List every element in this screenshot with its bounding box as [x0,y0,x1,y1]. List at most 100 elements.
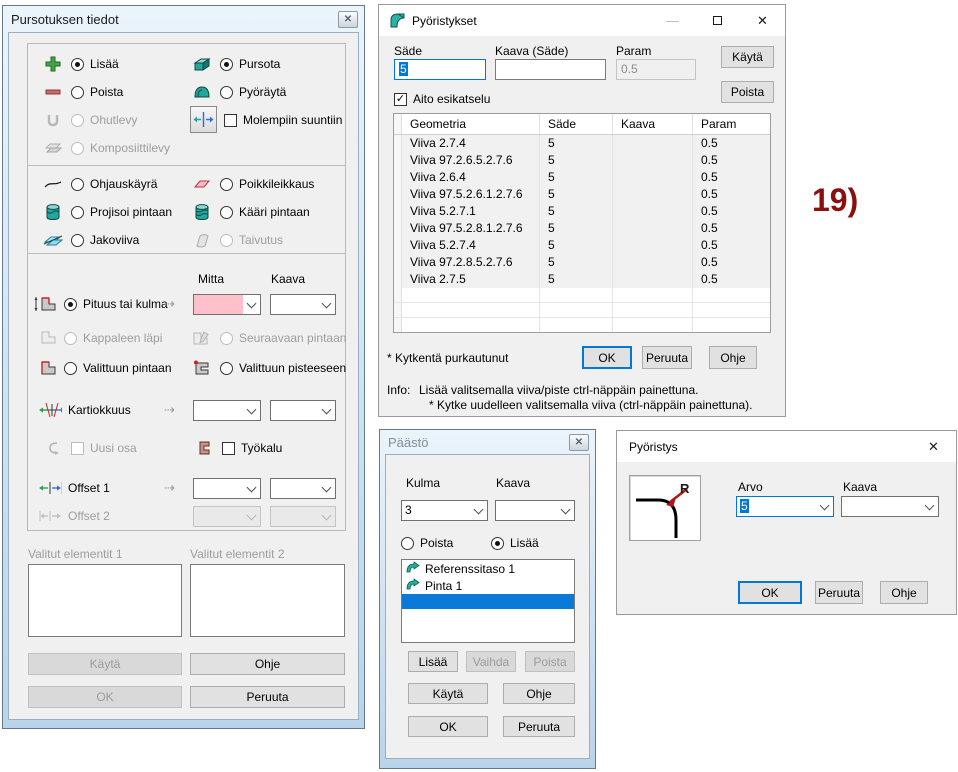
kaava-combo[interactable] [841,496,939,517]
molempiin-checkbox[interactable] [224,114,237,127]
sade-input[interactable]: 5 [394,59,486,80]
selected-list-row[interactable] [402,594,574,609]
peruuta-button[interactable]: Peruuta [190,686,345,708]
offset1-kaava-combo[interactable] [270,478,336,499]
table-row[interactable]: Viiva 2.7.450.5 [394,135,770,152]
ok-button[interactable]: OK [738,581,802,604]
close-icon[interactable]: ✕ [740,5,785,36]
dialog-title-bar[interactable]: Päästö ✕ [380,430,595,454]
ok-button[interactable]: OK [408,716,488,737]
maximize-button[interactable] [695,5,740,36]
col-sade[interactable]: Säde [540,114,613,134]
taivutus-radio[interactable] [220,234,233,247]
pyorayta-radio[interactable] [220,86,233,99]
minimize-button[interactable]: — [650,5,695,36]
lisaa-radio[interactable] [71,58,84,71]
kulma-combo[interactable]: 3 [401,500,488,521]
projisoi-radio[interactable] [71,206,84,219]
kartiokkuus-kaava-combo[interactable] [270,400,336,421]
table-row[interactable]: Viiva 97.2.8.5.2.7.650.5 [394,254,770,271]
aito-esikatselu-checkbox[interactable]: ✓ [394,93,407,106]
col-geometria[interactable]: Geometria [402,114,540,134]
option-valittuun-pisteeseen: Valittuun pisteeseen [190,358,346,378]
close-icon[interactable]: ✕ [569,434,589,451]
table-empty-row [394,303,770,318]
list-item[interactable]: Pinta 1 [402,577,574,594]
table-row[interactable]: Viiva 2.7.550.5 [394,271,770,288]
kartiokkuus-mitta-combo[interactable] [193,400,261,421]
peruuta-button[interactable]: Peruuta [503,716,575,737]
kayta-button[interactable]: Käytä [408,683,488,704]
lisaa-button[interactable]: Lisää [408,651,458,672]
uusi-osa-checkbox[interactable] [71,442,84,455]
peruuta-button[interactable]: Peruuta [642,346,692,369]
ok-button[interactable]: OK [28,686,182,708]
offset1-mitta-combo[interactable] [193,478,261,499]
komposiittilevy-label: Komposiittilevy [90,141,170,155]
kayta-button[interactable]: Käytä [28,653,182,675]
ohje-button[interactable]: Ohje [190,653,345,675]
draft-elements-list[interactable]: Referenssitaso 1 Pinta 1 [401,559,575,643]
kaava-combo[interactable] [495,500,575,521]
offset2-mitta-combo[interactable] [193,506,261,527]
peruuta-button[interactable]: Peruuta [815,581,863,604]
poista-button[interactable]: Poista [525,651,575,672]
close-icon[interactable]: ✕ [338,11,358,28]
tyokalu-checkbox[interactable] [222,442,235,455]
table-row[interactable]: Viiva 97.5.2.8.1.2.7.650.5 [394,220,770,237]
seuraavaan-radio[interactable] [220,332,233,345]
valitut-elementit-1-list[interactable] [28,564,182,637]
pyorayta-label: Pyöräytä [239,85,286,99]
table-row[interactable]: Viiva 97.5.2.6.1.2.7.650.5 [394,186,770,203]
dialog-title-bar[interactable]: Pyöristys ✕ [617,431,956,462]
option-pursota: Pursota [190,54,280,74]
poikkileikkaus-radio[interactable] [220,178,233,191]
project-to-surface-icon [41,204,65,221]
ohje-button[interactable]: Ohje [503,683,575,704]
table-row[interactable]: Viiva 5.2.7.450.5 [394,237,770,254]
chevron-down-icon [470,501,487,520]
mitta-combo[interactable] [193,294,261,315]
taper-icon [38,402,62,418]
kappaleen-radio[interactable] [64,332,77,345]
poista-button[interactable]: Poista [721,81,774,103]
valittuun-pisteeseen-radio[interactable] [220,362,233,375]
option-poikkileikkaus: Poikkileikkaus [190,174,314,194]
ohjauskayra-radio[interactable] [71,178,84,191]
kaava-combo[interactable] [270,294,336,315]
arvo-combo[interactable]: 5 [736,496,834,517]
extrude-icon [190,57,214,72]
lisaa-radio[interactable] [491,537,504,550]
option-ohjauskayra: Ohjauskäyrä [41,174,157,194]
vaihda-button[interactable]: Vaihda [466,651,516,672]
close-icon[interactable]: ✕ [911,431,956,462]
pituus-radio[interactable] [64,298,77,311]
col-param[interactable]: Param [693,114,770,134]
ohje-button[interactable]: Ohje [709,346,757,369]
ok-button[interactable]: OK [582,346,632,369]
table-row[interactable]: Viiva 97.2.6.5.2.7.650.5 [394,152,770,169]
wrap-to-surface-icon [190,204,214,221]
list-item[interactable]: Referenssitaso 1 [402,560,574,577]
ohutlevy-radio[interactable] [71,114,84,127]
poista-radio[interactable] [71,86,84,99]
col-kaava[interactable]: Kaava [613,114,693,134]
komposiittilevy-radio[interactable] [71,142,84,155]
valitut-elementit-2-list[interactable] [190,564,345,637]
kaari-radio[interactable] [220,206,233,219]
valittuun-pintaan-radio[interactable] [64,362,77,375]
param-input[interactable]: 0.5 [616,59,696,80]
kaava-sade-input[interactable] [495,59,606,80]
ohje-button[interactable]: Ohje [880,581,928,604]
kayta-button[interactable]: Käytä [721,46,774,68]
page-title: Pursotuksen tiedot [11,12,119,27]
table-row[interactable]: Viiva 2.6.450.5 [394,169,770,186]
poista-radio[interactable] [401,537,414,550]
dashed-arrow-icon: ⇢ [164,296,175,312]
jakoviiva-radio[interactable] [71,234,84,247]
pursota-radio[interactable] [220,58,233,71]
dialog-title-bar[interactable]: Pursotuksen tiedot ✕ [3,6,364,32]
table-row[interactable]: Viiva 5.2.7.150.5 [394,203,770,220]
offset2-kaava-combo[interactable] [270,506,336,527]
dialog-title-bar[interactable]: Pyöristykset — ✕ [379,5,785,36]
